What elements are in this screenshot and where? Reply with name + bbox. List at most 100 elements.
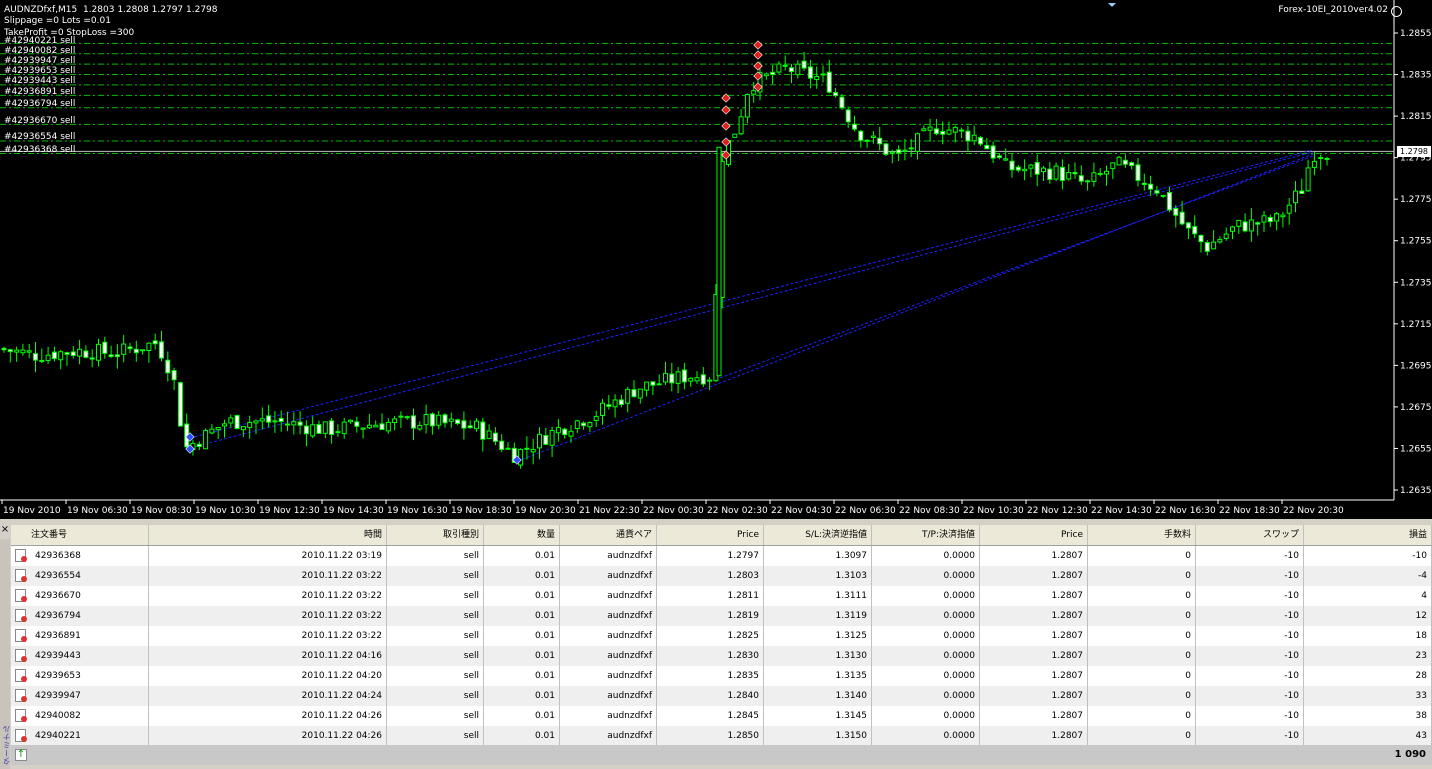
- candle-body: [196, 443, 202, 448]
- terminal-side-tab[interactable]: ターミナル: [0, 539, 11, 769]
- column-header-ticket[interactable]: 注文番号: [11, 525, 149, 545]
- candle-body: [1211, 241, 1217, 250]
- candle-body: [51, 351, 57, 360]
- candle-body: [278, 417, 284, 422]
- candle-body: [259, 418, 265, 422]
- cell-ticket: 42939653: [11, 666, 149, 686]
- cell-type: sell: [387, 566, 484, 586]
- column-header-comm[interactable]: 手数料: [1088, 525, 1196, 545]
- cell-ticket: 42940082: [11, 706, 149, 726]
- cell-cur: 1.2807: [980, 626, 1088, 646]
- candle-body: [568, 430, 574, 437]
- column-header-swap[interactable]: スワップ: [1196, 525, 1304, 545]
- table-row[interactable]: 42936794 2010.11.22 03:22 sell 0.01 audnzdfx…: [11, 606, 1432, 626]
- cell-symbol: audnzdfxf: [560, 706, 657, 726]
- cell-swap: -10: [1196, 666, 1304, 686]
- cell-cur: 1.2807: [980, 686, 1088, 706]
- cell-swap: -10: [1196, 706, 1304, 726]
- candle-body: [398, 415, 404, 418]
- candle-body: [442, 414, 448, 424]
- column-header-price[interactable]: Price: [657, 525, 764, 545]
- candle-body: [341, 421, 347, 435]
- order-label: #42939653 sell: [4, 66, 76, 76]
- cell-comm: 0: [1088, 586, 1196, 606]
- candle-body: [266, 415, 272, 423]
- chart-shift-marker: [1108, 3, 1116, 7]
- candle-body: [1047, 168, 1053, 180]
- table-row[interactable]: 42936891 2010.11.22 03:22 sell 0.01 audnzdfx…: [11, 626, 1432, 646]
- cell-price: 1.2803: [657, 566, 764, 586]
- trend-line: [517, 153, 1314, 462]
- table-row[interactable]: 42940221 2010.11.22 04:26 sell 0.01 audnzdfx…: [11, 726, 1432, 746]
- candle-body: [763, 73, 769, 77]
- cell-swap: -10: [1196, 646, 1304, 666]
- column-header-profit[interactable]: 損益: [1304, 525, 1432, 545]
- candle-body: [908, 147, 914, 150]
- candle-body: [716, 146, 722, 377]
- candle-body: [732, 133, 738, 138]
- candle-body: [707, 379, 713, 382]
- column-header-size[interactable]: 数量: [484, 525, 560, 545]
- time-axis-label: 19 Nov 2010: [3, 506, 61, 516]
- table-row[interactable]: 42939947 2010.11.22 04:24 sell 0.01 audnzdfx…: [11, 686, 1432, 706]
- candle-body: [946, 129, 952, 135]
- candle-body: [644, 381, 650, 391]
- candle-body: [864, 139, 870, 142]
- cell-profit: 43: [1304, 726, 1432, 746]
- cell-profit: 23: [1304, 646, 1432, 666]
- cell-time: 2010.11.22 04:26: [149, 726, 387, 746]
- candle-body: [915, 133, 920, 152]
- candle-body: [461, 420, 467, 429]
- candle-body: [455, 419, 461, 424]
- column-header-cur[interactable]: Price: [980, 525, 1088, 545]
- candle-body: [820, 73, 826, 76]
- table-row[interactable]: 42936368 2010.11.22 03:19 sell 0.01 audnzdfx…: [11, 546, 1432, 566]
- cell-sl: 1.3150: [764, 726, 872, 746]
- cell-swap: -10: [1196, 726, 1304, 746]
- table-row[interactable]: 42936670 2010.11.22 03:22 sell 0.01 audnzdfx…: [11, 586, 1432, 606]
- smiley-icon[interactable]: [1391, 6, 1402, 17]
- table-row[interactable]: 42939653 2010.11.22 04:20 sell 0.01 audnzdfx…: [11, 666, 1432, 686]
- candle-body: [253, 420, 259, 424]
- candle-body: [146, 342, 152, 351]
- column-header-sl[interactable]: S/L:決済逆指値: [764, 525, 872, 545]
- ea-info-slippage: Slippage =0 Lots =0.01: [4, 16, 111, 26]
- candle-body: [1267, 216, 1273, 223]
- candle-body: [1141, 182, 1147, 186]
- price-axis-label: 1.2735: [1400, 278, 1432, 288]
- cell-sl: 1.3111: [764, 586, 872, 606]
- column-header-tp[interactable]: T/P:決済指値: [872, 525, 980, 545]
- column-header-type[interactable]: 取引種別: [387, 525, 484, 545]
- cell-size: 0.01: [484, 706, 560, 726]
- balance-arrow-icon: ↑: [15, 749, 27, 761]
- candle-body: [952, 126, 958, 133]
- candle-body: [738, 116, 744, 135]
- candle-body: [1154, 190, 1160, 194]
- table-row[interactable]: 42940082 2010.11.22 04:26 sell 0.01 audnzdfx…: [11, 706, 1432, 726]
- column-header-time[interactable]: 時間: [149, 525, 387, 545]
- cell-symbol: audnzdfxf: [560, 646, 657, 666]
- time-axis-label: 22 Nov 06:30: [835, 506, 896, 516]
- chart-title: AUDNZDfxf,M15 1.2803 1.2808 1.2797 1.279…: [4, 5, 218, 15]
- cell-price: 1.2797: [657, 546, 764, 566]
- candle-body: [877, 137, 883, 145]
- candle-body: [1311, 160, 1317, 168]
- price-chart[interactable]: 1.2855 1.2835 1.2815 1.2795 1.2775 1.2755 1.27…: [0, 0, 1432, 519]
- candle-body: [984, 144, 990, 150]
- candle-body: [618, 399, 624, 405]
- price-axis-label: 1.2635: [1400, 486, 1432, 496]
- order-label: #42936368 sell: [4, 145, 76, 155]
- column-header-symbol[interactable]: 通貨ペア: [560, 525, 657, 545]
- cell-comm: 0: [1088, 606, 1196, 626]
- table-row[interactable]: 42939443 2010.11.22 04:16 sell 0.01 audnzdfx…: [11, 646, 1432, 666]
- close-icon[interactable]: ×: [0, 525, 10, 535]
- candle-body: [789, 67, 794, 73]
- table-row[interactable]: 42936554 2010.11.22 03:22 sell 0.01 audnzdfx…: [11, 566, 1432, 586]
- candle-body: [1148, 183, 1154, 190]
- candle-body: [215, 426, 221, 431]
- candle-body: [845, 109, 851, 123]
- candle-body: [159, 341, 164, 359]
- cell-price: 1.2825: [657, 626, 764, 646]
- candle-body: [776, 63, 782, 73]
- cell-cur: 1.2807: [980, 706, 1088, 726]
